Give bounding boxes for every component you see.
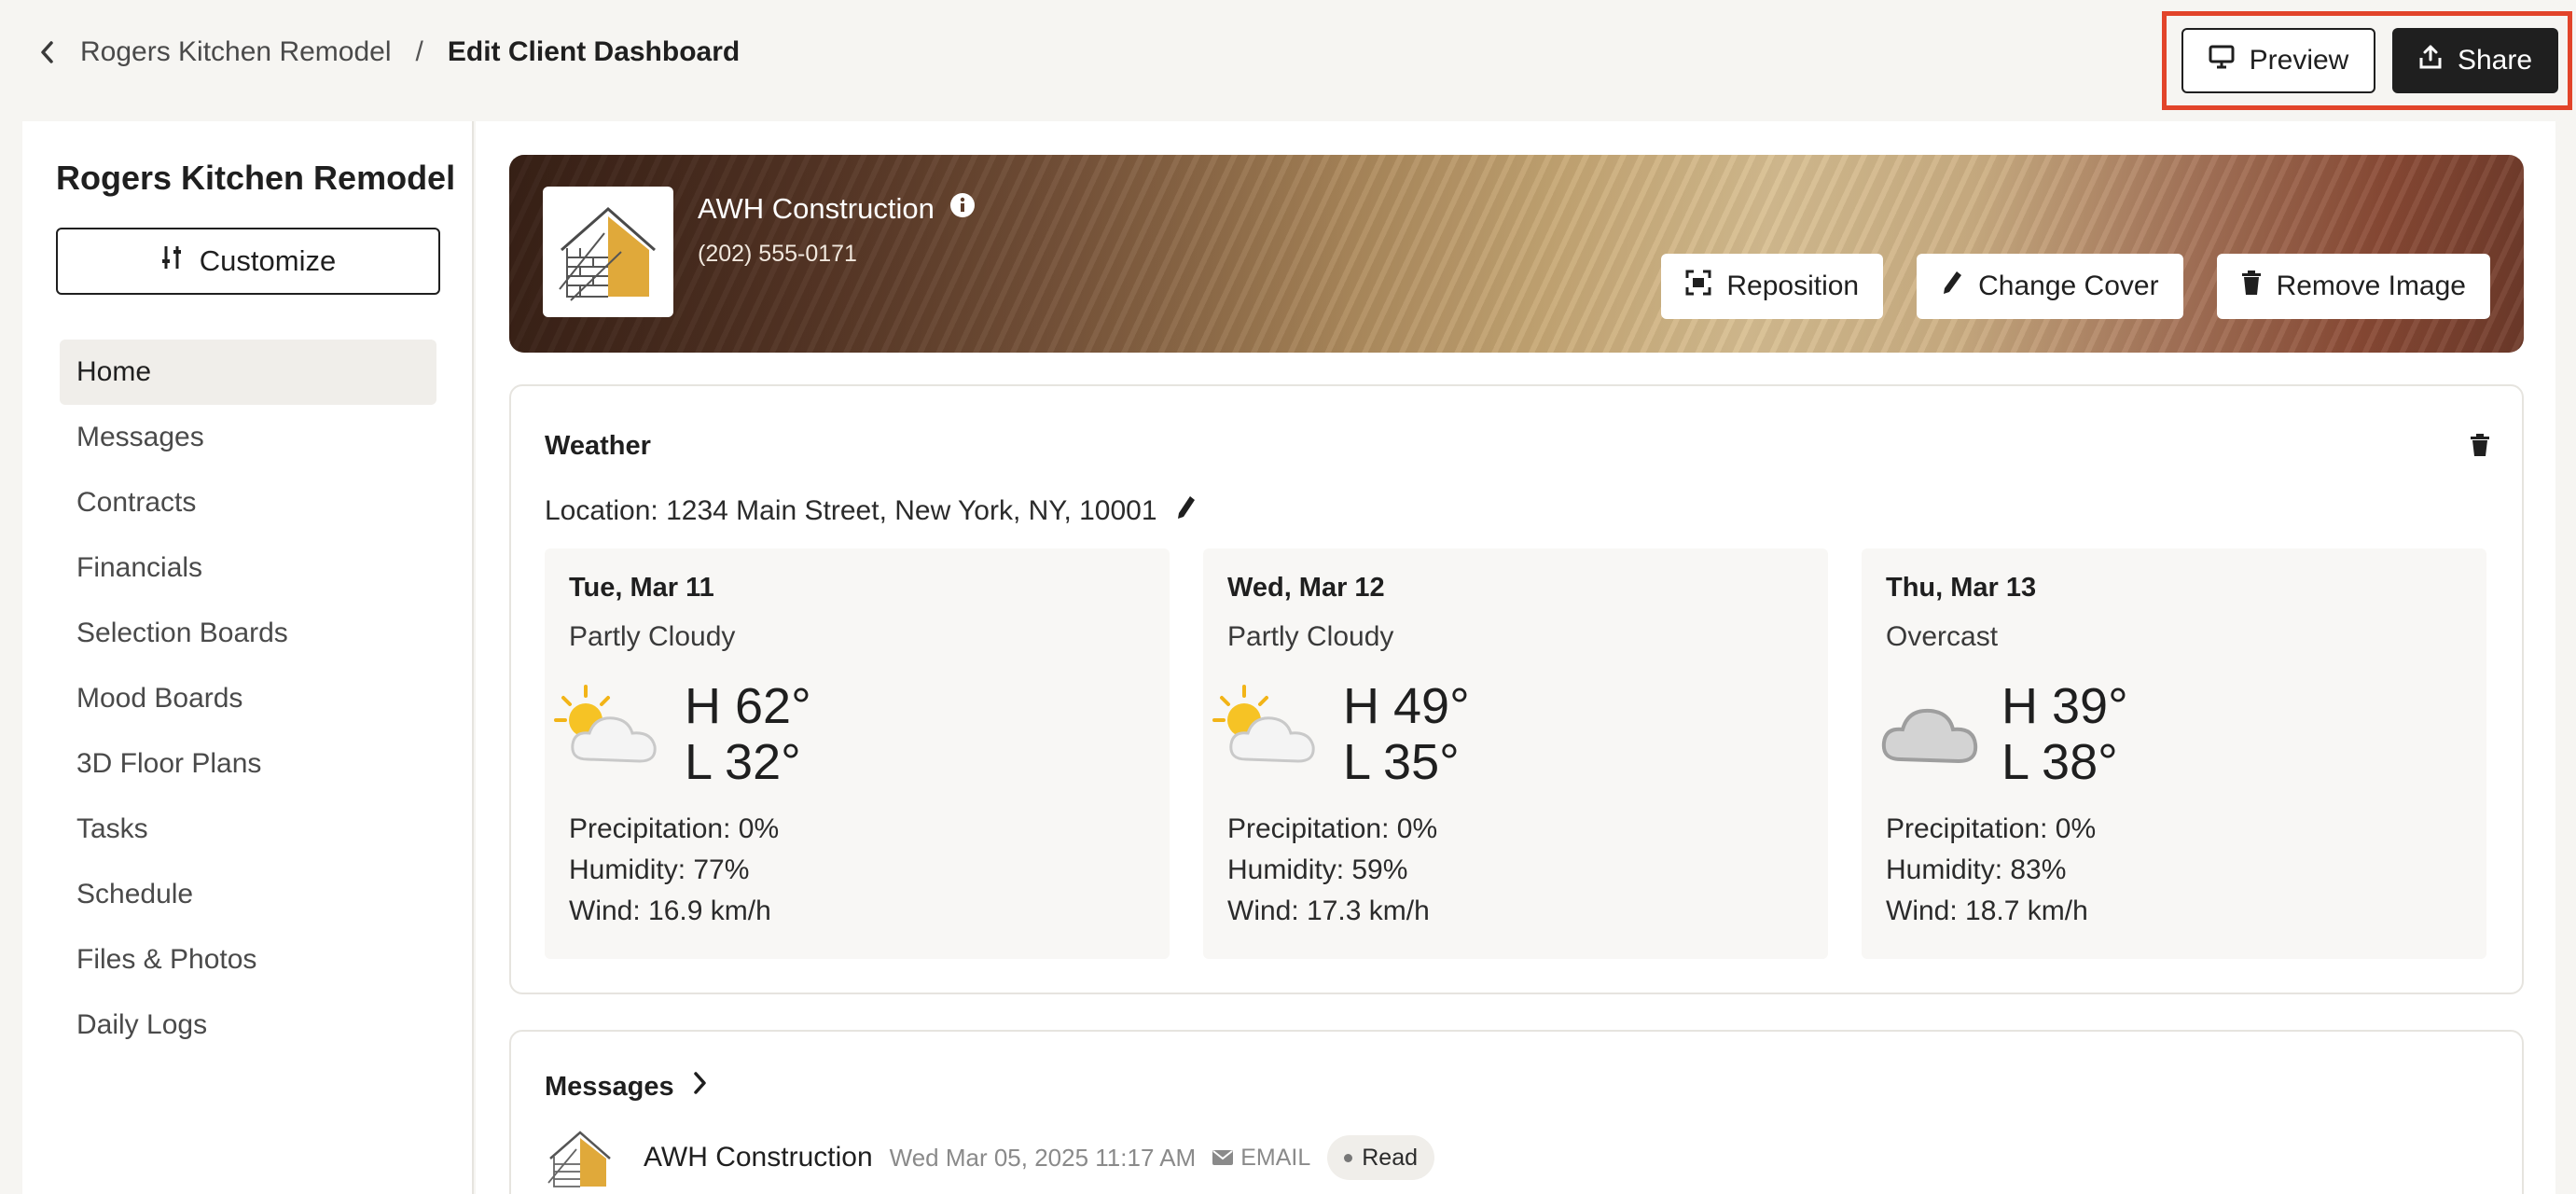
sidebar-item-messages[interactable]: Messages: [60, 405, 436, 470]
partly-cloudy-icon: [550, 679, 672, 772]
status-badge: Read: [1327, 1135, 1434, 1180]
remove-image-button[interactable]: Remove Image: [2216, 254, 2490, 319]
preview-button[interactable]: Preview: [2181, 28, 2375, 93]
reposition-icon: [1685, 270, 1711, 303]
forecast-date: Wed, Mar 12: [1227, 573, 1385, 603]
delete-weather-trash-icon[interactable]: [2470, 433, 2498, 461]
company-name: AWH Construction: [698, 192, 935, 225]
sidebar-item-mood-boards[interactable]: Mood Boards: [60, 666, 436, 731]
change-cover-button[interactable]: Change Cover: [1917, 254, 2183, 319]
top-bar: Rogers Kitchen Remodel / Edit Client Das…: [0, 0, 2576, 112]
forecast-day: Wed, Mar 12 Partly Cloudy H 49° L 35° Pr…: [1203, 548, 1828, 959]
breadcrumb-separator: /: [415, 36, 423, 67]
message-channel-label: EMAIL: [1240, 1144, 1311, 1171]
forecast-wind: Wind: 17.3 km/h: [1227, 896, 1430, 926]
trash-icon: [2241, 270, 2262, 303]
status-dot-icon: [1344, 1153, 1353, 1162]
chevron-right-icon: [693, 1071, 708, 1103]
sidebar-item-3d-floor-plans[interactable]: 3D Floor Plans: [60, 731, 436, 797]
cover-actions: Reposition Change Cover Remove Image: [1661, 254, 2490, 319]
share-upload-icon: [2418, 44, 2443, 77]
forecast-condition: Partly Cloudy: [569, 621, 736, 652]
forecast-humidity: Humidity: 83%: [1886, 854, 2067, 885]
sidebar-item-daily-logs[interactable]: Daily Logs: [60, 993, 436, 1058]
sender-logo-icon: [545, 1125, 616, 1190]
main-content: AWH Construction (202) 555-0171 Repositi…: [476, 121, 2555, 1194]
chevron-left-icon[interactable]: [34, 34, 60, 71]
message-list-item[interactable]: AWH Construction Wed Mar 05, 2025 11:17 …: [545, 1125, 1434, 1190]
weather-card: Weather Location: 1234 Main Street, New …: [509, 384, 2524, 994]
company-phone: (202) 555-0171: [698, 241, 857, 267]
forecast-days: Tue, Mar 11 Partly Cloudy H 62° L 32° Pr…: [545, 548, 2486, 959]
sidebar-item-selection-boards[interactable]: Selection Boards: [60, 601, 436, 666]
forecast-precipitation: Precipitation: 0%: [569, 813, 780, 844]
partly-cloudy-icon: [1209, 679, 1330, 772]
edit-location-pencil-icon[interactable]: [1176, 494, 1197, 528]
reposition-button[interactable]: Reposition: [1661, 254, 1884, 319]
forecast-high: H 39°: [2001, 678, 2128, 734]
messages-card: Messages AWH Construction Wed Mar 05, 20…: [509, 1030, 2524, 1194]
breadcrumb-current: Edit Client Dashboard: [447, 36, 741, 67]
messages-title: Messages: [545, 1071, 674, 1102]
cover-image: AWH Construction (202) 555-0171 Repositi…: [509, 155, 2524, 353]
forecast-humidity: Humidity: 77%: [569, 854, 750, 885]
status-badge-label: Read: [1362, 1144, 1418, 1171]
message-sender: AWH Construction: [644, 1142, 873, 1173]
messages-title-link[interactable]: Messages: [545, 1071, 708, 1103]
forecast-condition: Partly Cloudy: [1227, 621, 1394, 652]
monitor-icon: [2209, 45, 2235, 76]
reposition-label: Reposition: [1726, 271, 1860, 301]
weather-title: Weather: [545, 431, 651, 461]
sidebar-item-contracts[interactable]: Contracts: [60, 470, 436, 535]
top-actions-highlight: Preview Share: [2162, 11, 2572, 110]
company-logo: [543, 187, 673, 317]
sidebar: Rogers Kitchen Remodel Customize Home Me…: [22, 121, 474, 1194]
change-cover-label: Change Cover: [1978, 271, 2159, 301]
forecast-wind: Wind: 18.7 km/h: [1886, 896, 2088, 926]
pencil-icon: [1941, 270, 1963, 303]
info-icon[interactable]: [949, 192, 976, 226]
forecast-high: H 49°: [1343, 678, 1470, 734]
forecast-day: Thu, Mar 13 Overcast H 39° L 38° Precipi…: [1862, 548, 2486, 959]
project-title: Rogers Kitchen Remodel: [56, 159, 456, 197]
customize-label: Customize: [199, 244, 337, 277]
share-label: Share: [2457, 45, 2533, 76]
weather-location-row: Location: 1234 Main Street, New York, NY…: [545, 494, 1197, 528]
customize-button[interactable]: Customize: [56, 228, 440, 295]
forecast-low: L 32°: [685, 734, 801, 790]
forecast-date: Tue, Mar 11: [569, 573, 714, 603]
sliders-icon: [160, 244, 183, 278]
share-button[interactable]: Share: [2392, 28, 2558, 93]
forecast-high: H 62°: [685, 678, 811, 734]
overcast-icon: [1867, 679, 1988, 772]
preview-label: Preview: [2249, 45, 2349, 76]
breadcrumb: Rogers Kitchen Remodel / Edit Client Das…: [34, 34, 740, 71]
sidebar-item-files-photos[interactable]: Files & Photos: [60, 927, 436, 993]
message-channel: EMAIL: [1212, 1145, 1310, 1172]
forecast-low: L 38°: [2001, 734, 2118, 790]
forecast-precipitation: Precipitation: 0%: [1886, 813, 2097, 844]
sidebar-nav: Home Messages Contracts Financials Selec…: [60, 340, 436, 1058]
company-name-row: AWH Construction: [698, 192, 976, 226]
forecast-wind: Wind: 16.9 km/h: [569, 896, 771, 926]
sidebar-item-tasks[interactable]: Tasks: [60, 797, 436, 862]
sidebar-item-schedule[interactable]: Schedule: [60, 862, 436, 927]
message-timestamp: Wed Mar 05, 2025 11:17 AM: [889, 1143, 1197, 1172]
forecast-condition: Overcast: [1886, 621, 1999, 652]
envelope-icon: [1212, 1145, 1234, 1172]
sidebar-item-financials[interactable]: Financials: [60, 535, 436, 601]
forecast-date: Thu, Mar 13: [1886, 573, 2037, 603]
forecast-humidity: Humidity: 59%: [1227, 854, 1408, 885]
forecast-low: L 35°: [1343, 734, 1460, 790]
forecast-precipitation: Precipitation: 0%: [1227, 813, 1438, 844]
weather-location: Location: 1234 Main Street, New York, NY…: [545, 495, 1157, 526]
breadcrumb-parent-link[interactable]: Rogers Kitchen Remodel: [80, 36, 392, 68]
sidebar-item-home[interactable]: Home: [60, 340, 436, 405]
remove-image-label: Remove Image: [2276, 271, 2466, 301]
forecast-day: Tue, Mar 11 Partly Cloudy H 62° L 32° Pr…: [545, 548, 1170, 959]
